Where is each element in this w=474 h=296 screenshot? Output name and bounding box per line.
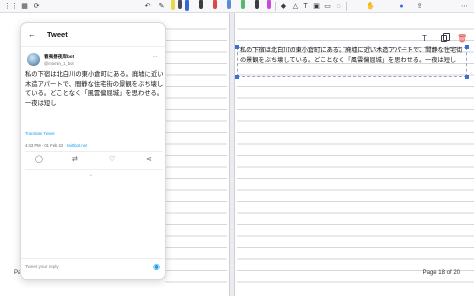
image-icon[interactable]: ▣: [312, 2, 321, 11]
more-icon[interactable]: ⋯: [460, 2, 469, 11]
pen-color-9[interactable]: [267, 0, 271, 9]
pen-color-6[interactable]: [227, 0, 231, 9]
divider: [25, 151, 163, 152]
more-options-icon[interactable]: ···: [153, 54, 158, 60]
pen-tool-icon[interactable]: ✎: [157, 2, 166, 11]
share-icon[interactable]: ⋖: [146, 156, 152, 164]
resize-handle[interactable]: [235, 75, 239, 79]
tweet-panel: ← Tweet 春夷昼夜岸bot @momin_1_bot ··· 私の下宿は北…: [20, 22, 166, 280]
resize-handle[interactable]: [235, 45, 239, 49]
author-handle[interactable]: @momin_1_bot: [44, 61, 74, 66]
toolbar-divider: [275, 2, 276, 11]
pen-color-1[interactable]: [171, 0, 175, 10]
top-toolbar: ⋮⋮ ▦ ⟳ ↶ ✎ ◆ △ T ▣ ▭ ◌ ✋ ● ⇪ ⋯: [0, 0, 474, 13]
sync-icon[interactable]: ⟳: [32, 2, 41, 11]
shape-icon[interactable]: △: [291, 2, 300, 11]
like-icon[interactable]: ♡: [109, 156, 115, 164]
undo-icon[interactable]: ↶: [143, 2, 152, 11]
text-tool-icon[interactable]: T: [301, 2, 310, 11]
loading-indicator-icon: •: [90, 173, 92, 179]
ruler-icon[interactable]: ▭: [323, 2, 332, 11]
tweet-metadata: 4:43 PM · 01 Feb 22 · twittbot.net: [25, 143, 87, 148]
reply-icon[interactable]: ◯: [35, 156, 43, 164]
share-icon[interactable]: ⇪: [415, 2, 424, 11]
avatar[interactable]: [27, 53, 40, 66]
tweet-body: 私の下宿は北白川の東小倉町にある。廃墟に近い木造アパートで、間静な住宅街の景観を…: [25, 71, 164, 107]
divider: [25, 169, 163, 170]
pen-color-3[interactable]: [185, 0, 189, 11]
back-arrow-icon[interactable]: ←: [28, 31, 36, 39]
page-number: Page 18 of 20: [422, 270, 460, 276]
page-edge-right: [234, 13, 235, 296]
pen-color-7[interactable]: [241, 0, 245, 9]
tweet-header: ← Tweet: [21, 23, 165, 47]
pen-color-2[interactable]: [178, 0, 182, 9]
reply-input[interactable]: Tweet your reply: [25, 264, 59, 269]
tweet-header-title: Tweet: [47, 30, 68, 39]
tweet-timestamp: 4:43 PM · 01 Feb 22 ·: [25, 143, 67, 148]
apps-icon[interactable]: ▦: [20, 2, 29, 11]
left-page-lines: [165, 18, 227, 283]
textbox-content[interactable]: 私の下宿は北白川の東小倉町にある。廃墟に近い木造アパートで、間静な住宅街の景観を…: [240, 46, 466, 65]
toolbar-divider: [346, 2, 347, 11]
pen-color-8[interactable]: [255, 0, 259, 9]
retweet-icon[interactable]: ⇄: [72, 156, 78, 164]
author-name[interactable]: 春夷昼夜岸bot: [44, 54, 74, 60]
translate-tweet-link[interactable]: Translate Tweet: [25, 131, 55, 136]
copy-icon[interactable]: [441, 33, 450, 42]
resize-handle[interactable]: [465, 75, 469, 79]
eraser-icon[interactable]: ◆: [279, 2, 288, 11]
pen-color-5[interactable]: [213, 0, 217, 9]
grid-icon[interactable]: ⋮⋮: [4, 2, 18, 11]
trash-icon[interactable]: 🗑: [457, 34, 467, 43]
camera-icon[interactable]: ◉: [153, 262, 160, 271]
lasso-icon[interactable]: ◌: [334, 2, 343, 11]
tweet-actions: ◯ ⇄ ♡ ⋖: [21, 156, 165, 166]
hand-icon[interactable]: ✋: [366, 2, 375, 11]
tweet-source-link[interactable]: twittbot.net: [67, 143, 87, 148]
text-format-icon[interactable]: T: [422, 34, 427, 43]
pen-color-4[interactable]: [199, 0, 203, 9]
mic-icon[interactable]: ●: [397, 2, 406, 11]
reply-bar: [21, 258, 165, 279]
